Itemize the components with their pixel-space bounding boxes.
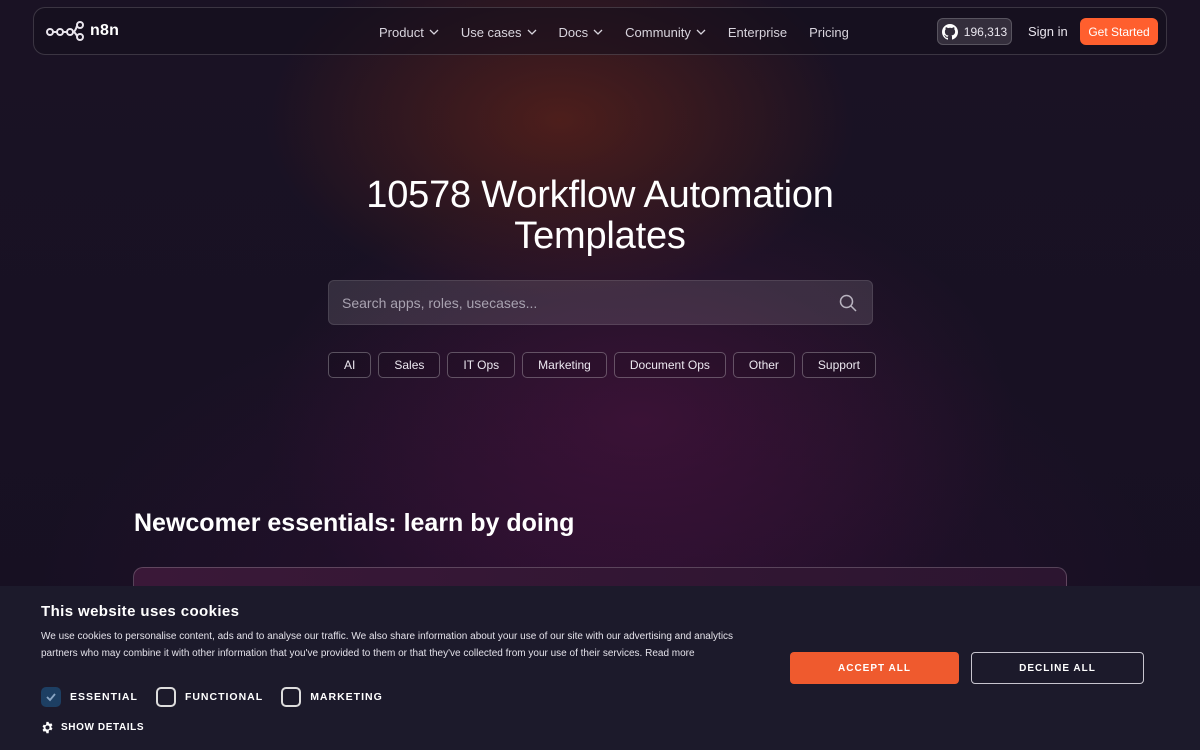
checkmark-icon <box>46 693 56 702</box>
show-details-label: SHOW DETAILS <box>61 722 145 733</box>
cookie-option-marketing[interactable]: MARKETING <box>281 687 383 707</box>
gear-icon <box>42 721 53 734</box>
section-title: Newcomer essentials: learn by doing <box>134 509 575 537</box>
menu-label: Use cases <box>460 24 522 40</box>
chevron-down-icon <box>696 29 706 35</box>
menu-label: Pricing <box>809 24 849 40</box>
top-navbar: n8n Product Use cases Docs Community Ent… <box>33 7 1167 55</box>
checkbox-unchecked[interactable] <box>155 687 176 707</box>
search-input[interactable] <box>329 281 829 324</box>
page-title: 10578 Workflow Automation Templates <box>366 174 834 257</box>
main-menu: Product Use cases Docs Community Enterpr… <box>379 8 849 56</box>
cookie-text: We use cookies to personalise content, a… <box>41 631 734 659</box>
chip-ai[interactable]: AI <box>328 352 372 378</box>
github-star-count: 196,313 <box>963 24 1008 39</box>
chip-document-ops[interactable]: Document Ops <box>613 352 726 378</box>
logo[interactable]: n8n <box>46 21 119 41</box>
cookie-option-label: FUNCTIONAL <box>184 691 264 703</box>
cookie-option-label: ESSENTIAL <box>70 691 138 703</box>
chip-marketing[interactable]: Marketing <box>522 352 607 378</box>
github-stars-button[interactable]: 196,313 <box>937 18 1012 45</box>
menu-label: Community <box>625 24 691 40</box>
menu-item-enterprise[interactable]: Enterprise <box>728 25 787 40</box>
chevron-down-icon <box>429 29 439 35</box>
chevron-down-icon <box>527 29 536 35</box>
chip-support[interactable]: Support <box>801 352 876 378</box>
menu-item-product[interactable]: Product <box>379 25 439 40</box>
logo-text: n8n <box>90 22 120 39</box>
decline-all-button[interactable]: DECLINE ALL <box>971 652 1144 684</box>
chip-other[interactable]: Other <box>732 352 795 378</box>
show-details-toggle[interactable]: SHOW DETAILS <box>41 721 144 734</box>
get-started-button[interactable]: Get Started <box>1080 18 1158 45</box>
search-box <box>328 280 873 325</box>
cookie-option-functional[interactable]: FUNCTIONAL <box>155 687 264 707</box>
chip-it-ops[interactable]: IT Ops <box>447 352 516 378</box>
menu-label: Enterprise <box>727 24 788 40</box>
menu-item-use-cases[interactable]: Use cases <box>461 25 537 40</box>
menu-item-pricing[interactable]: Pricing <box>809 25 849 40</box>
cookie-banner: This website uses cookies We use cookies… <box>0 586 1200 750</box>
accept-all-button[interactable]: ACCEPT ALL <box>790 652 959 684</box>
menu-item-docs[interactable]: Docs <box>559 25 604 40</box>
chevron-down-icon <box>593 29 603 35</box>
menu-item-community[interactable]: Community <box>625 25 706 40</box>
category-chips: AI Sales IT Ops Marketing Document Ops O… <box>328 352 876 378</box>
cookie-option-label: MARKETING <box>310 691 383 703</box>
cookie-title: This website uses cookies <box>41 603 240 620</box>
search-icon[interactable] <box>839 294 857 312</box>
github-icon <box>941 23 958 40</box>
sign-in-link[interactable]: Sign in <box>1028 24 1068 39</box>
checkbox-unchecked[interactable] <box>281 687 302 707</box>
cookie-option-essential[interactable]: ESSENTIAL <box>41 687 138 707</box>
menu-label: Product <box>379 24 424 40</box>
chip-sales[interactable]: Sales <box>378 352 441 378</box>
n8n-logo-icon <box>46 21 84 41</box>
checkbox-checked[interactable] <box>41 687 61 707</box>
cookie-options: ESSENTIAL FUNCTIONAL MARKETING <box>41 687 401 707</box>
menu-label: Docs <box>558 24 589 40</box>
